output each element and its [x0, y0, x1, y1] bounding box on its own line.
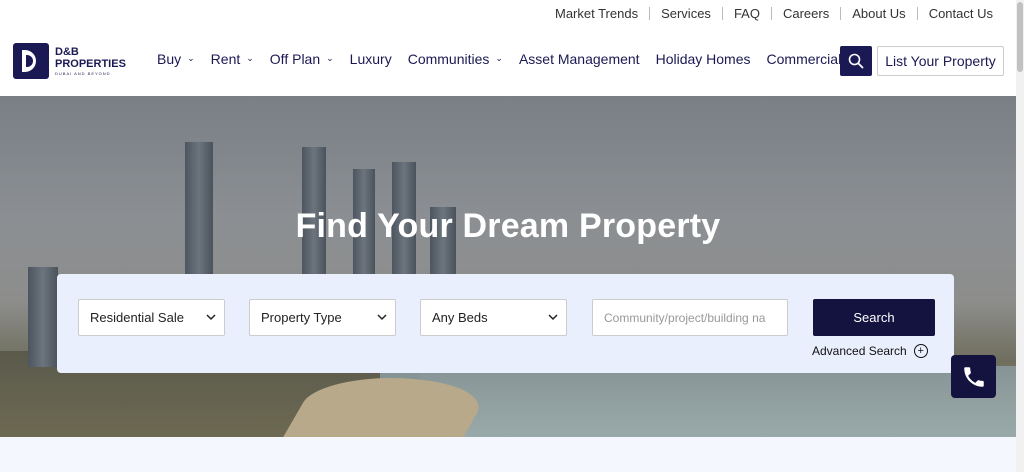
- hero-section: Find Your Dream Property: [0, 96, 1016, 437]
- advanced-search-link[interactable]: Advanced Search +: [812, 344, 928, 358]
- search-icon: [848, 53, 864, 69]
- phone-icon: [963, 366, 984, 387]
- nav-item-communities[interactable]: Communities ⌄: [408, 51, 503, 67]
- chevron-down-icon: ⌄: [326, 52, 334, 63]
- topbar-link-services[interactable]: Services: [649, 7, 722, 20]
- nav-item-luxury[interactable]: Luxury: [350, 51, 392, 67]
- property-type-select[interactable]: Property Type: [249, 299, 396, 336]
- topbar-link-about-us[interactable]: About Us: [840, 7, 916, 20]
- nav-item-asset-management[interactable]: Asset Management: [519, 51, 640, 67]
- nav-item-label: Rent: [210, 51, 241, 67]
- top-utility-bar: Market Trends Services FAQ Careers About…: [0, 0, 1016, 27]
- chevron-down-icon: [377, 314, 387, 321]
- chevron-down-icon: ⌄: [246, 52, 254, 63]
- advanced-search-label: Advanced Search: [812, 344, 907, 358]
- header-search-button[interactable]: [840, 46, 872, 76]
- page-scrollbar[interactable]: [1016, 0, 1024, 472]
- list-your-property-button[interactable]: List Your Property: [877, 46, 1004, 76]
- nav-item-label: Buy: [157, 51, 182, 67]
- beds-select-value: Any Beds: [432, 310, 488, 325]
- below-hero-section: [0, 437, 1016, 472]
- category-select-value: Residential Sale: [90, 310, 184, 325]
- nav-item-label: Holiday Homes: [655, 51, 751, 67]
- hero-tower: [28, 267, 58, 367]
- chevron-down-icon: [206, 314, 216, 321]
- hero-title: Find Your Dream Property: [295, 207, 721, 245]
- chevron-down-icon: [548, 314, 558, 321]
- search-panel: Residential Sale Property Type Any Beds …: [57, 274, 954, 373]
- chevron-down-icon: ⌄: [495, 52, 503, 63]
- nav-item-label: Communities: [407, 51, 490, 67]
- chevron-down-icon: ⌄: [187, 52, 195, 63]
- main-nav: Buy ⌄ Rent ⌄ Off Plan ⌄ Luxury Communities ⌄…: [157, 51, 857, 67]
- nav-item-label: Off Plan: [269, 51, 321, 67]
- scrollbar-thumb[interactable]: [1017, 2, 1023, 72]
- category-select[interactable]: Residential Sale: [78, 299, 225, 336]
- nav-item-label: Commercial: [766, 51, 842, 67]
- nav-item-label: Luxury: [349, 51, 392, 67]
- topbar-link-market-trends[interactable]: Market Trends: [544, 7, 649, 20]
- topbar-link-faq[interactable]: FAQ: [721, 7, 771, 20]
- nav-item-label: Asset Management: [518, 51, 640, 67]
- logo-text: D&B PROPERTIES DUBAI AND BEYOND: [55, 46, 126, 76]
- nav-item-commercial[interactable]: Commercial: [767, 51, 842, 67]
- logo[interactable]: D&B PROPERTIES DUBAI AND BEYOND: [13, 43, 126, 79]
- search-submit-button[interactable]: Search: [813, 299, 935, 336]
- main-header: D&B PROPERTIES DUBAI AND BEYOND Buy ⌄ Ren…: [0, 27, 1016, 96]
- beds-select[interactable]: Any Beds: [420, 299, 567, 336]
- logo-mark-icon: [13, 43, 49, 79]
- nav-item-holiday-homes[interactable]: Holiday Homes: [656, 51, 751, 67]
- nav-item-rent[interactable]: Rent ⌄: [211, 51, 254, 67]
- plus-circle-icon: +: [913, 344, 928, 358]
- floating-phone-button[interactable]: [951, 355, 996, 398]
- topbar-link-careers[interactable]: Careers: [770, 7, 840, 20]
- location-search-input[interactable]: Community/project/building na: [592, 299, 788, 336]
- property-type-select-value: Property Type: [261, 310, 342, 325]
- logo-line1: D&B: [55, 46, 79, 58]
- logo-line2: PROPERTIES: [55, 58, 126, 70]
- topbar-link-contact-us[interactable]: Contact Us: [916, 7, 1004, 20]
- nav-item-off-plan[interactable]: Off Plan ⌄: [270, 51, 334, 67]
- logo-tagline: DUBAI AND BEYOND: [55, 71, 111, 76]
- nav-item-buy[interactable]: Buy ⌄: [157, 51, 195, 67]
